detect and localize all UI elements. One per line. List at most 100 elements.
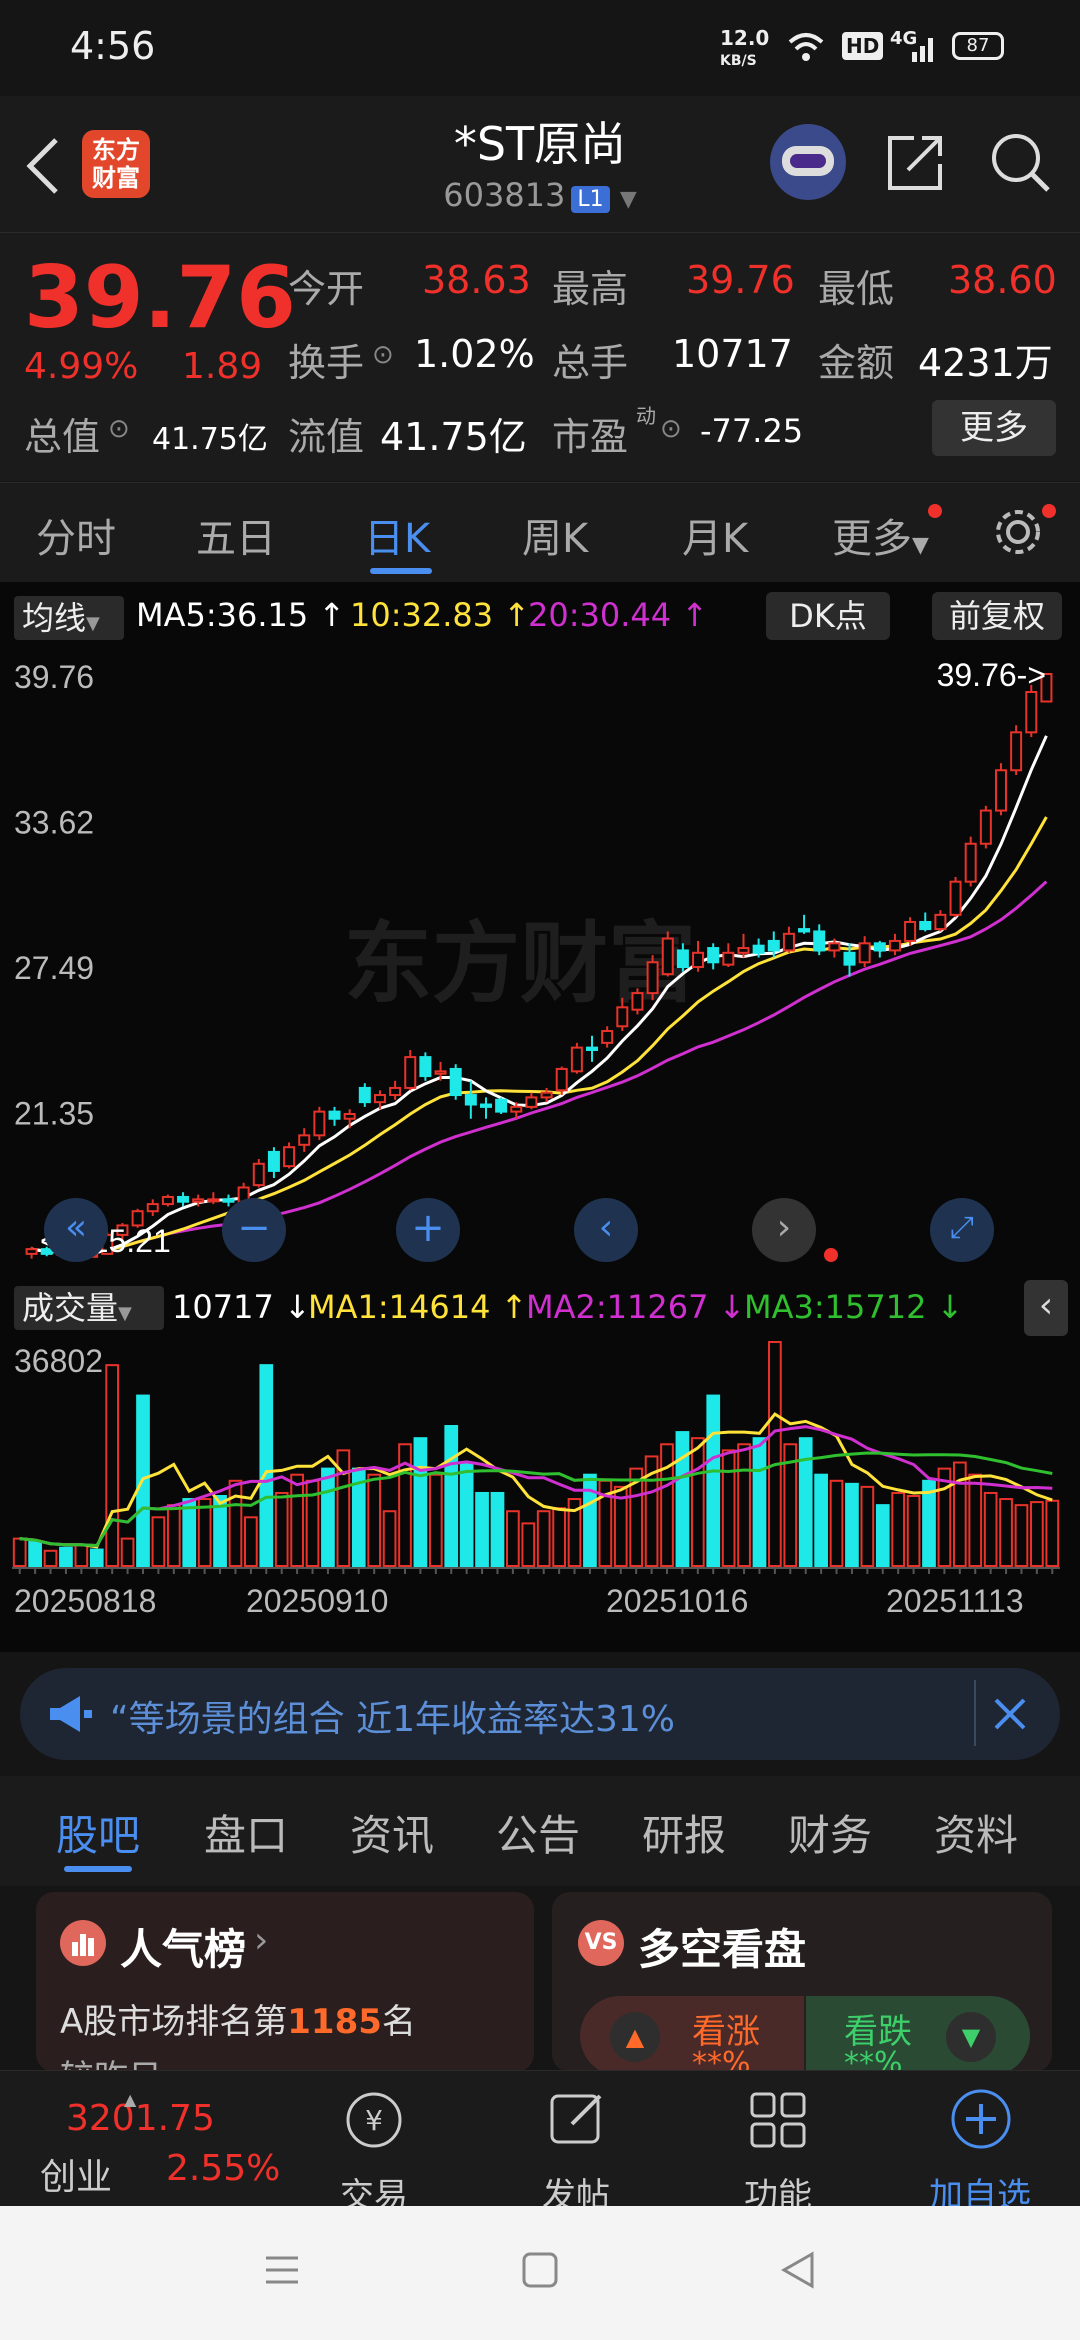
candle-body xyxy=(479,1103,492,1108)
index-value[interactable]: 3201.75 xyxy=(66,2098,215,2139)
scroll-left-fast-icon[interactable]: « xyxy=(44,1198,108,1262)
candle-body xyxy=(904,920,917,942)
candle-body xyxy=(843,951,856,966)
candle-body xyxy=(873,942,886,952)
home-icon[interactable] xyxy=(520,2250,560,2290)
zoom-in-icon[interactable]: + xyxy=(396,1198,460,1262)
collapse-panel-icon[interactable]: ‹ xyxy=(1024,1280,1068,1336)
info-icon[interactable]: ⊙ xyxy=(660,414,682,444)
volume-chart[interactable]: 36802 20250818 20250910 20251016 20251113 xyxy=(0,1336,1080,1652)
amount-value: 4231万 xyxy=(918,341,1053,385)
fullscreen-icon[interactable]: ⤢ xyxy=(930,1198,994,1262)
tab-five-day[interactable]: 五日 xyxy=(196,506,276,564)
volume-bar xyxy=(875,1504,890,1567)
candle-body xyxy=(495,1098,508,1113)
info-icon[interactable]: ⊙ xyxy=(108,414,130,444)
tab-profile[interactable]: 资料 xyxy=(934,1802,1018,1863)
candle-body xyxy=(570,1046,583,1073)
settings-gear-icon[interactable] xyxy=(990,504,1046,560)
ma5-label: MA5:36.15 xyxy=(136,596,309,634)
apps-grid-icon[interactable] xyxy=(744,2086,812,2154)
tab-more[interactable]: 更多▼ xyxy=(832,506,929,564)
tab-forum[interactable]: 股吧 xyxy=(56,1802,140,1863)
volume-bar xyxy=(536,1510,551,1567)
candle-body xyxy=(146,1203,159,1213)
tab-orderbook[interactable]: 盘口 xyxy=(204,1802,288,1863)
candle-body xyxy=(298,1134,311,1146)
volume-bar xyxy=(968,1473,983,1567)
tab-announcements[interactable]: 公告 xyxy=(496,1802,580,1863)
add-watchlist-icon[interactable] xyxy=(946,2084,1016,2154)
trade-yen-icon[interactable]: ¥ xyxy=(340,2086,408,2154)
tab-research[interactable]: 研报 xyxy=(642,1802,726,1863)
volume-bar xyxy=(259,1364,274,1567)
mcap-label: 总值 xyxy=(24,415,101,459)
popularity-title: 人气榜 xyxy=(120,1925,247,1974)
tab-weekly-k[interactable]: 周K xyxy=(522,506,588,564)
zoom-out-icon[interactable]: − xyxy=(222,1198,286,1262)
volume-bar xyxy=(490,1491,505,1567)
candle-body xyxy=(616,1006,629,1028)
adjust-mode-button[interactable]: 前复权 xyxy=(932,592,1062,640)
candle-body xyxy=(1010,731,1023,772)
candlestick-chart[interactable]: 东方财富39.7633.6227.4921.3539.76-><---15.21 xyxy=(0,644,1080,1276)
volume-bar xyxy=(244,1516,258,1567)
status-time: 4:56 xyxy=(70,24,156,68)
volume-bar xyxy=(166,1504,181,1567)
more-button[interactable]: 更多 xyxy=(932,400,1056,456)
popularity-card[interactable] xyxy=(36,1892,534,2072)
search-icon[interactable] xyxy=(988,130,1054,196)
candle-body xyxy=(798,928,811,933)
volume-bar xyxy=(583,1473,597,1567)
assistant-robot-icon[interactable] xyxy=(770,124,846,200)
ma-selector[interactable]: 均线▼ xyxy=(14,596,124,640)
tab-daily-k[interactable]: 日K xyxy=(364,506,430,564)
indicator-selector[interactable]: 成交量▼ xyxy=(14,1286,164,1330)
candle-body xyxy=(555,1067,568,1092)
candle-body xyxy=(373,1094,386,1104)
candle-body xyxy=(813,930,826,952)
scroll-left-icon[interactable]: ‹ xyxy=(574,1198,638,1262)
volume-bar xyxy=(660,1443,674,1567)
back-icon[interactable] xyxy=(778,2250,818,2290)
index-percent[interactable]: 2.55% xyxy=(166,2148,280,2189)
vol-ma3: MA3:15712 ↓ xyxy=(744,1288,964,1326)
post-edit-icon[interactable] xyxy=(544,2086,612,2154)
tab-news[interactable]: 资讯 xyxy=(350,1802,434,1863)
candle-body xyxy=(707,947,720,964)
tab-intraday[interactable]: 分时 xyxy=(36,506,116,564)
tab-monthly-k[interactable]: 月K xyxy=(682,506,748,564)
volume-bar xyxy=(906,1495,921,1567)
volume-bar xyxy=(752,1437,767,1567)
turnover-label: 换手 xyxy=(288,341,365,385)
volume-bar xyxy=(768,1341,782,1567)
vol-ma1: MA1:14614 ↑ xyxy=(308,1288,528,1326)
index-name[interactable]: 创业 xyxy=(40,2148,112,2200)
candle-body xyxy=(994,769,1007,812)
x-axis-label: 20251016 xyxy=(606,1583,748,1619)
volume-bar xyxy=(506,1510,520,1567)
expand-up-icon[interactable]: ▲ xyxy=(124,2090,136,2109)
scroll-right-icon[interactable]: › xyxy=(752,1198,816,1262)
share-icon[interactable] xyxy=(884,130,948,194)
ma5-value: MA5:36.15 ↑ xyxy=(136,596,346,634)
turnover-value: 1.02% xyxy=(414,332,535,376)
volume-bar xyxy=(428,1473,443,1567)
low-value: 38.60 xyxy=(948,258,1057,302)
volume-bar xyxy=(274,1491,289,1567)
volume-bar xyxy=(475,1491,489,1567)
close-icon[interactable] xyxy=(990,1694,1030,1734)
menu-icon[interactable] xyxy=(262,2250,302,2290)
info-icon[interactable]: ⊙ xyxy=(372,340,394,370)
ma10-label: 10:32.83 xyxy=(350,596,494,634)
high-label: 最高 xyxy=(552,267,629,311)
volume-bar xyxy=(798,1437,813,1567)
tab-financials[interactable]: 财务 xyxy=(788,1802,872,1863)
candle-body xyxy=(419,1056,432,1078)
hd-icon: HD xyxy=(842,32,884,60)
banner-divider xyxy=(974,1680,976,1746)
dropdown-arrow-icon[interactable]: ▼ xyxy=(620,187,637,212)
indicator-selector-label: 成交量 xyxy=(22,1289,119,1327)
bear-button[interactable] xyxy=(806,1996,1030,2076)
dk-point-button[interactable]: DK点 xyxy=(766,592,890,640)
